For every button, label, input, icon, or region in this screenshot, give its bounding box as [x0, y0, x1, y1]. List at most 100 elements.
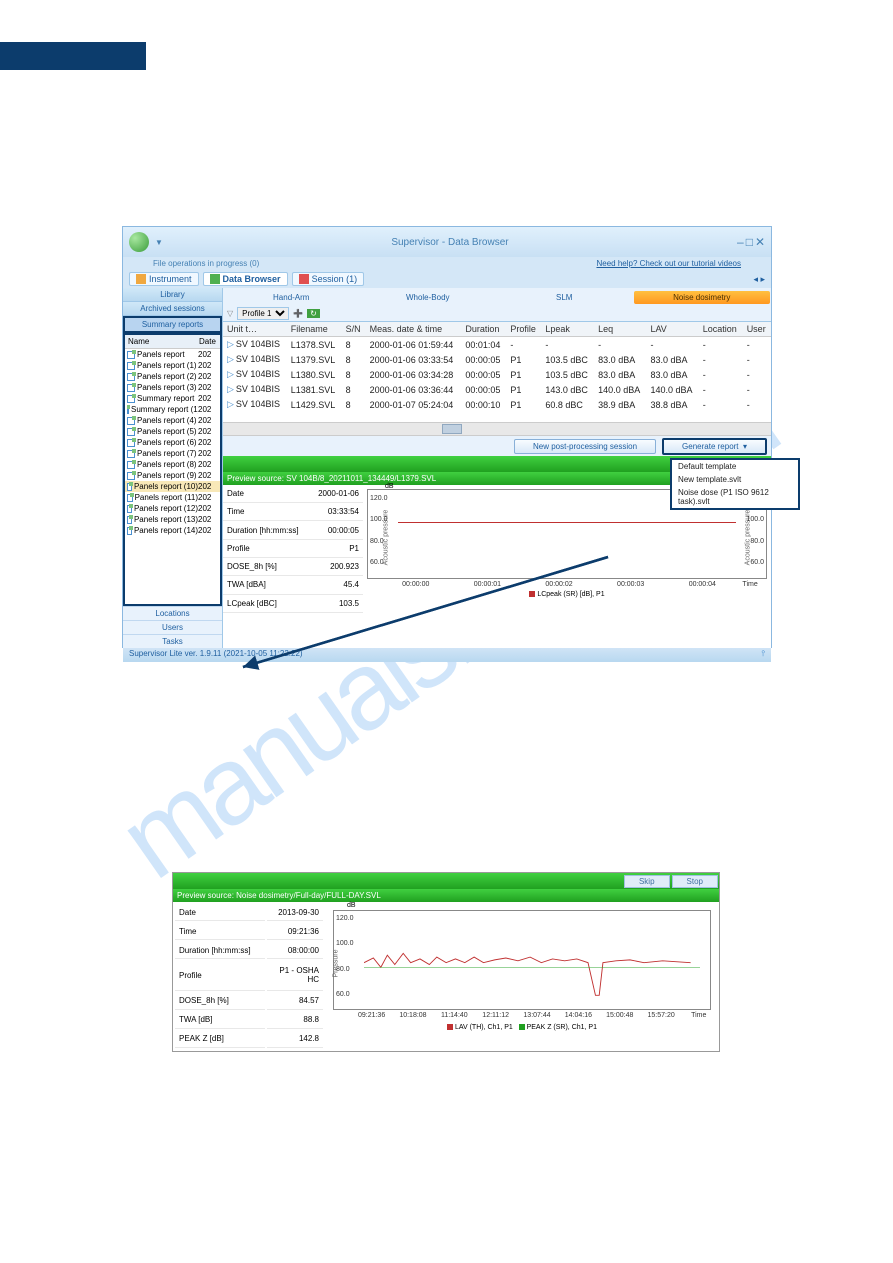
- stop-button-2[interactable]: Stop: [672, 875, 718, 888]
- document-icon: [127, 483, 132, 491]
- preview-row: ProfileP1 - OSHA HC: [175, 961, 323, 991]
- generate-report-button[interactable]: Generate report ▾ Default template New t…: [662, 438, 767, 455]
- tab-session[interactable]: Session (1): [292, 272, 365, 286]
- table-row[interactable]: ▷SV 104BISL1378.SVL82000-01-06 01:59:440…: [223, 337, 771, 353]
- tree-row[interactable]: Panels report (10)202: [125, 481, 220, 492]
- table-row[interactable]: ▷SV 104BISL1380.SVL82000-01-06 03:34:280…: [223, 367, 771, 382]
- document-icon: [127, 472, 135, 480]
- column-header[interactable]: Lpeak: [541, 322, 594, 337]
- tab-hand-arm[interactable]: Hand-Arm: [223, 291, 360, 304]
- left-panel: Library Archived sessions Summary report…: [123, 288, 223, 648]
- add-profile-icon[interactable]: ➕: [293, 309, 303, 318]
- app-orb-icon[interactable]: [129, 232, 149, 252]
- tab-nav-arrows[interactable]: ◂ ▸: [753, 274, 765, 285]
- table-row[interactable]: ▷SV 104BISL1381.SVL82000-01-06 03:36:440…: [223, 382, 771, 397]
- play-icon[interactable]: ▷: [227, 399, 234, 409]
- funnel-icon[interactable]: ▽: [227, 309, 233, 318]
- tree-row[interactable]: Panels report (13)202: [125, 514, 220, 525]
- tree-row[interactable]: Panels report202: [125, 349, 220, 360]
- column-header[interactable]: Unit t…: [223, 322, 287, 337]
- tree-row[interactable]: Panels report (7)202: [125, 448, 220, 459]
- tree-row[interactable]: Panels report (4)202: [125, 415, 220, 426]
- skip-button-2[interactable]: Skip: [624, 875, 670, 888]
- tab-noise-dosimetry[interactable]: Noise dosimetry: [634, 291, 771, 304]
- tree-row[interactable]: Panels report (2)202: [125, 371, 220, 382]
- col-date[interactable]: Date: [198, 335, 220, 348]
- play-icon[interactable]: ▷: [227, 354, 234, 364]
- column-header[interactable]: Duration: [461, 322, 506, 337]
- tree-row[interactable]: Panels report (5)202: [125, 426, 220, 437]
- tree-row[interactable]: Panels report (11)202: [125, 492, 220, 503]
- remove-profile-icon[interactable]: ↻: [307, 309, 320, 318]
- profile-select[interactable]: Profile 1: [237, 307, 289, 320]
- archived-header[interactable]: Archived sessions: [123, 302, 222, 316]
- table-row[interactable]: ▷SV 104BISL1379.SVL82000-01-06 03:33:540…: [223, 352, 771, 367]
- summary-header[interactable]: Summary reports: [123, 316, 222, 333]
- report-template-menu: Default template New template.svlt Noise…: [670, 458, 800, 510]
- tab-instrument[interactable]: Instrument: [129, 272, 199, 286]
- play-icon[interactable]: ▷: [227, 369, 234, 379]
- preview-table: Date2000-01-06Time03:33:54Duration [hh:m…: [223, 485, 363, 613]
- chart-box-2[interactable]: Pressure 120.0 100.0 80.0 60.0 09:21:36 …: [333, 910, 711, 1010]
- menu-default-template[interactable]: Default template: [672, 460, 798, 473]
- status-bar: Supervisor Lite ver. 1.9.11 (2021-10-05 …: [123, 648, 771, 662]
- column-header[interactable]: Meas. date & time: [366, 322, 462, 337]
- preview-row: DOSE_8h [%]84.57: [175, 993, 323, 1010]
- document-icon: [127, 362, 135, 370]
- help-link[interactable]: Need help? Check out our tutorial videos: [596, 259, 741, 268]
- tab-data-browser[interactable]: Data Browser: [203, 272, 288, 286]
- tree-row[interactable]: Panels report (12)202: [125, 503, 220, 514]
- horizontal-scrollbar[interactable]: [223, 422, 771, 436]
- profile-bar: ▽ Profile 1 ➕ ↻: [223, 306, 771, 322]
- minimize-icon[interactable]: –: [737, 235, 744, 249]
- play-controls-2: Skip Stop: [173, 873, 719, 889]
- preview-panel-2: Skip Stop Preview source: Noise dosimetr…: [172, 872, 720, 1052]
- column-header[interactable]: Leq: [594, 322, 646, 337]
- col-name[interactable]: Name: [125, 335, 198, 348]
- tree-row[interactable]: Panels report (9)202: [125, 470, 220, 481]
- document-icon: [127, 516, 132, 524]
- close-icon[interactable]: ✕: [755, 235, 765, 249]
- locations-section[interactable]: Locations: [123, 606, 222, 620]
- menu-noise-dose[interactable]: Noise dose (P1 ISO 9612 task).svlt: [672, 486, 798, 508]
- preview-row: Date2000-01-06: [223, 485, 363, 503]
- column-header[interactable]: User: [743, 322, 771, 337]
- data-grid[interactable]: Unit t…FilenameS/NMeas. date & timeDurat…: [223, 322, 771, 412]
- chart-legend: LCpeak (SR) [dB], P1: [367, 591, 767, 598]
- new-session-button[interactable]: New post-processing session: [514, 439, 656, 454]
- preview-row: ProfileP1: [223, 539, 363, 557]
- tab-slm[interactable]: SLM: [496, 291, 633, 304]
- library-header[interactable]: Library: [123, 288, 222, 302]
- users-section[interactable]: Users: [123, 620, 222, 634]
- document-icon: [127, 351, 135, 359]
- preview-row: Duration [hh:mm:ss]00:00:05: [223, 521, 363, 539]
- tree-row[interactable]: Panels report (14)202: [125, 525, 220, 536]
- column-header[interactable]: Profile: [506, 322, 541, 337]
- column-header[interactable]: Location: [699, 322, 743, 337]
- tab-whole-body[interactable]: Whole-Body: [360, 291, 497, 304]
- play-icon[interactable]: ▷: [227, 339, 234, 349]
- document-icon: [127, 527, 132, 535]
- play-icon[interactable]: ▷: [227, 384, 234, 394]
- preview-row: Time03:33:54: [223, 503, 363, 521]
- preview-row: LCpeak [dBC]103.5: [223, 594, 363, 612]
- maximize-icon[interactable]: □: [746, 235, 753, 249]
- session-icon: [299, 274, 309, 284]
- column-header[interactable]: S/N: [342, 322, 366, 337]
- table-row[interactable]: ▷SV 104BISL1429.SVL82000-01-07 05:24:040…: [223, 397, 771, 412]
- tasks-section[interactable]: Tasks: [123, 634, 222, 648]
- column-header[interactable]: Filename: [287, 322, 342, 337]
- document-icon: [127, 395, 135, 403]
- menu-new-template[interactable]: New template.svlt: [672, 473, 798, 486]
- preview-row: DOSE_8h [%]200.923: [223, 557, 363, 575]
- quick-access[interactable]: ▼: [155, 238, 163, 247]
- tree-row[interactable]: Summary report202: [125, 393, 220, 404]
- tree-row[interactable]: Panels report (1)202: [125, 360, 220, 371]
- tree-row[interactable]: Panels report (8)202: [125, 459, 220, 470]
- tree-row[interactable]: Summary report (1)202: [125, 404, 220, 415]
- tree-row[interactable]: Panels report (3)202: [125, 382, 220, 393]
- column-header[interactable]: LAV: [646, 322, 698, 337]
- tree-row[interactable]: Panels report (6)202: [125, 437, 220, 448]
- reports-tree[interactable]: Name Date Panels report202Panels report …: [123, 333, 222, 606]
- preview-row: Time09:21:36: [175, 923, 323, 940]
